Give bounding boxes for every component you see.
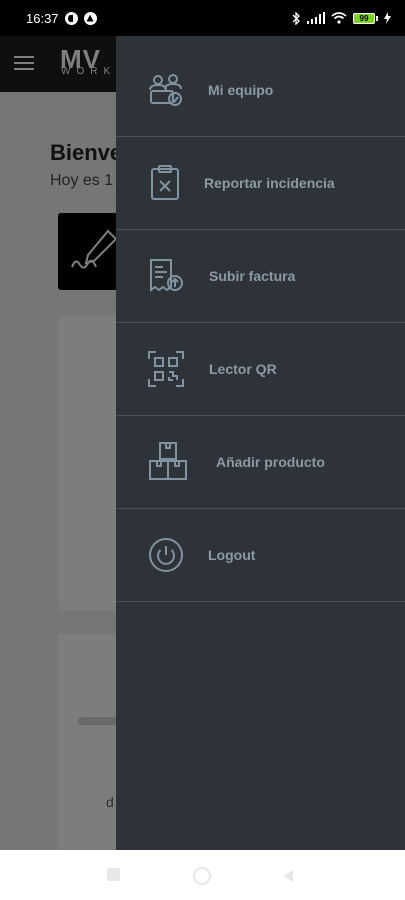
drawer-item-label: Mi equipo: [208, 82, 274, 98]
home-button[interactable]: [193, 867, 211, 885]
drawer-item-reportar-incidencia[interactable]: Reportar incidencia: [116, 137, 405, 230]
qr-scanner-icon: [146, 349, 186, 389]
notification-c-icon: [64, 11, 78, 25]
back-button[interactable]: [283, 870, 293, 882]
invoice-upload-icon: [146, 256, 186, 296]
status-time: 16:37: [26, 10, 59, 26]
clipboard-x-icon: [146, 163, 186, 203]
drawer-item-label: Subir factura: [209, 268, 296, 284]
drawer-item-anadir-producto[interactable]: Añadir producto: [116, 416, 405, 509]
notification-a-icon: [83, 11, 97, 25]
drawer-item-lector-qr[interactable]: Lector QR: [116, 323, 405, 416]
bluetooth-icon: [292, 11, 300, 25]
navigation-drawer: Mi equipo Reportar incidencia Subir fact…: [116, 36, 405, 850]
battery-icon: 99: [353, 12, 378, 24]
system-nav-bar: [0, 850, 405, 900]
recents-button[interactable]: [107, 868, 120, 881]
status-bar: 16:37 99: [0, 0, 405, 36]
drawer-item-mi-equipo[interactable]: Mi equipo: [116, 44, 405, 137]
boxes-icon: [146, 439, 192, 485]
wifi-icon: [331, 12, 347, 24]
drawer-item-subir-factura[interactable]: Subir factura: [116, 230, 405, 323]
signal-icon: [307, 12, 325, 24]
drawer-item-logout[interactable]: Logout: [116, 509, 405, 602]
team-icon: [146, 70, 186, 110]
drawer-item-label: Lector QR: [209, 361, 277, 377]
screen: 16:37 99 MV WORK Bienve Hoy es 1: [0, 0, 405, 900]
drawer-item-label: Reportar incidencia: [204, 175, 335, 191]
charging-icon: [384, 12, 391, 24]
drawer-item-label: Añadir producto: [216, 454, 325, 470]
drawer-item-label: Logout: [208, 547, 256, 563]
power-icon: [146, 535, 186, 575]
